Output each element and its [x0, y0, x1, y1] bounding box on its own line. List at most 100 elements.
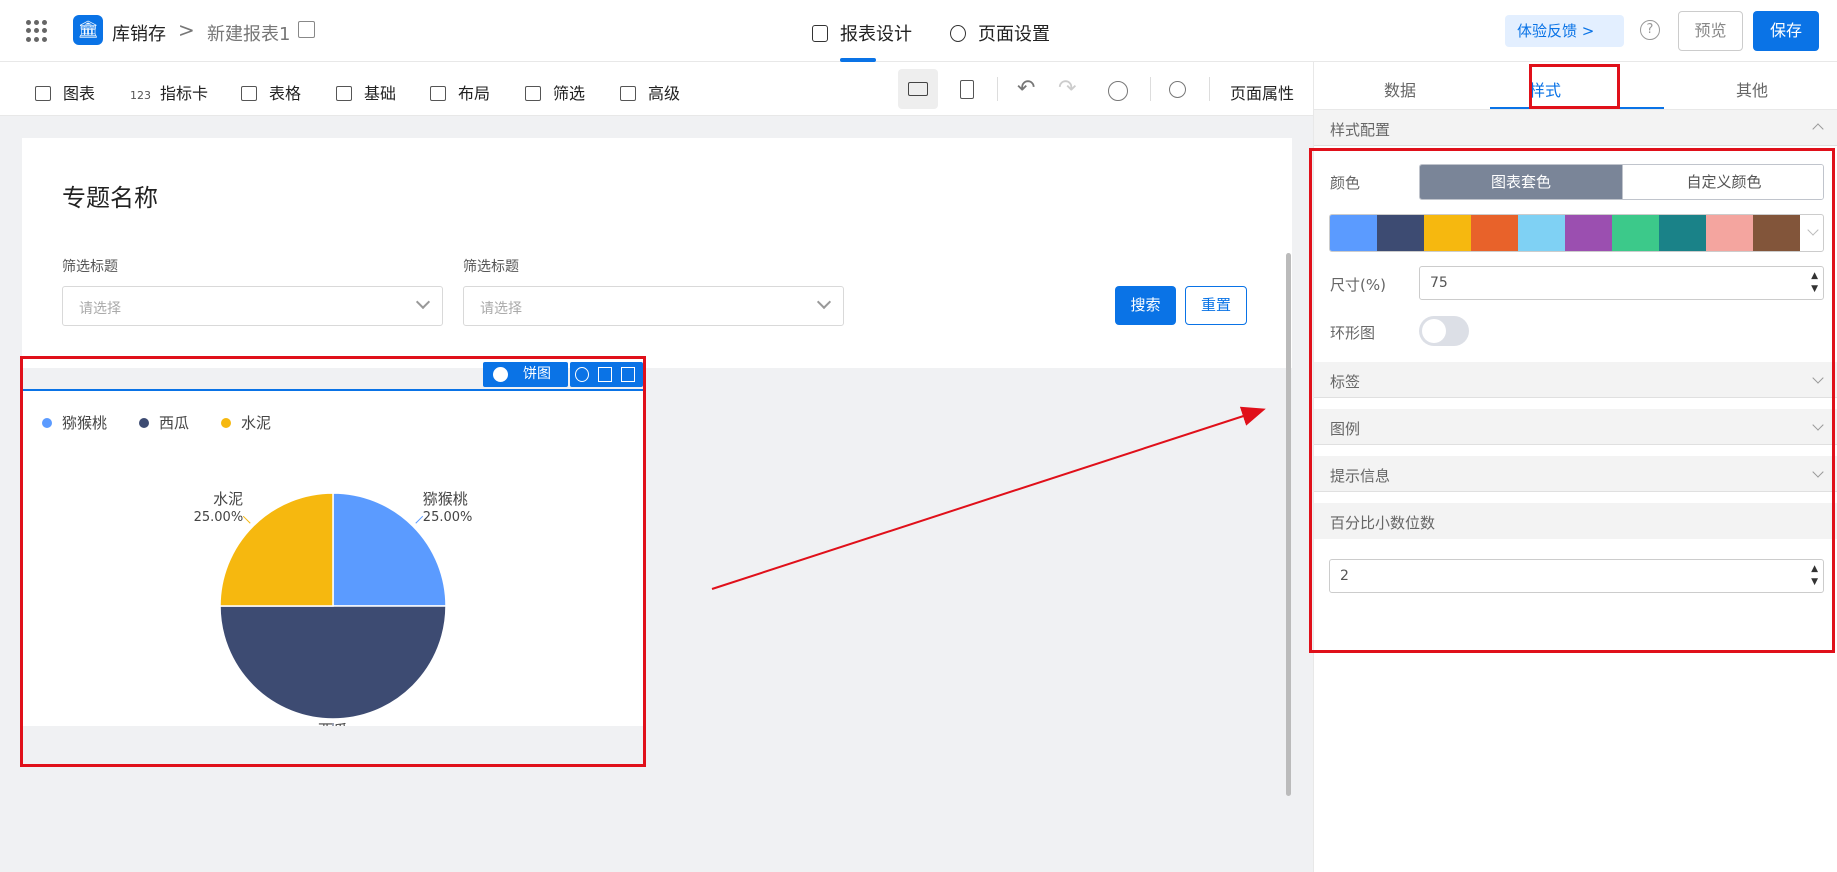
legend-label: 猕猴桃 [62, 414, 108, 432]
decrement-icon[interactable]: ▼ [1811, 284, 1818, 294]
palette-swatch [1518, 215, 1565, 251]
divider [997, 77, 998, 101]
laptop-icon [908, 82, 928, 96]
legend-item[interactable]: 水泥 [221, 412, 271, 433]
report-icon [812, 25, 828, 42]
tool-label: 高级 [648, 84, 681, 103]
help-icon[interactable]: ? [1640, 20, 1660, 40]
tab-other[interactable]: 其他 [1736, 77, 1768, 101]
chevron-down-icon [1812, 372, 1824, 384]
refresh-icon[interactable] [575, 367, 589, 382]
tool-filter[interactable]: 筛选 [525, 80, 585, 104]
slice-label: 西瓜 [318, 721, 348, 726]
tab-page-settings[interactable]: 页面设置 [950, 20, 1050, 46]
tab-report-design[interactable]: 报表设计 [812, 20, 912, 46]
search-icon[interactable] [1169, 81, 1186, 98]
filter-select-1[interactable]: 请选择 [62, 286, 443, 326]
palette-swatch [1471, 215, 1518, 251]
chevron-down-icon [415, 294, 431, 310]
donut-toggle[interactable] [1419, 316, 1469, 346]
tab-data[interactable]: 数据 [1384, 77, 1416, 101]
save-button[interactable]: 保存 [1753, 11, 1819, 51]
document-icon[interactable] [598, 367, 612, 382]
decrement-icon[interactable]: ▼ [1811, 577, 1818, 587]
tool-basic[interactable]: 基础 [336, 80, 396, 104]
size-value: 75 [1430, 275, 1448, 291]
palette-swatch [1753, 215, 1800, 251]
search-button[interactable]: 搜索 [1115, 286, 1176, 325]
legend-item[interactable]: 猕猴桃 [42, 412, 107, 433]
chart-type-tag[interactable]: 饼图 [483, 362, 568, 387]
tool-label: 指标卡 [160, 84, 209, 103]
tool-label: 布局 [458, 84, 491, 103]
breadcrumb-separator: > [178, 18, 195, 42]
tool-layout[interactable]: 布局 [430, 80, 490, 104]
increment-icon[interactable]: ▲ [1811, 271, 1818, 281]
columns-icon [430, 86, 446, 101]
color-mode-toggle: 图表套色 自定义颜色 [1419, 164, 1824, 200]
palette-swatch [1330, 215, 1377, 251]
preview-button[interactable]: 预览 [1678, 11, 1743, 51]
palette-swatch [1659, 215, 1706, 251]
app-grid-icon[interactable] [26, 20, 48, 42]
tool-advanced[interactable]: 高级 [620, 80, 680, 104]
size-input[interactable]: 75 ▲ ▼ [1419, 266, 1824, 300]
chevron-down-icon [1812, 419, 1824, 431]
history-icon[interactable] [1108, 81, 1128, 101]
legend-dot [139, 418, 149, 428]
tool-table[interactable]: 表格 [241, 80, 301, 104]
feedback-button[interactable]: 体验反馈 > [1505, 15, 1624, 47]
delete-icon[interactable] [621, 367, 635, 382]
decimals-input[interactable]: 2 ▲ ▼ [1329, 559, 1824, 593]
chevron-down-icon [1812, 466, 1824, 478]
legend-dot [221, 418, 231, 428]
tool-label: 基础 [364, 84, 397, 103]
table-icon [241, 86, 257, 101]
palette-swatch [1424, 215, 1471, 251]
section-tag[interactable]: 标签 [1314, 362, 1837, 398]
tool-indicator-card[interactable]: 123 指标卡 [130, 80, 208, 104]
custom-color-option[interactable]: 自定义颜色 [1622, 165, 1823, 199]
increment-icon[interactable]: ▲ [1811, 564, 1818, 574]
chevron-down-icon [816, 294, 832, 310]
tab-style[interactable]: 样式 [1529, 77, 1561, 101]
pie-icon [493, 367, 508, 382]
design-canvas: 专题名称 筛选标题 筛选标题 请选择 请选择 搜索 重置 猕猴桃 25.00% 西瓜… [0, 116, 1313, 872]
chevron-up-icon [1812, 123, 1824, 135]
chart-palette-option[interactable]: 图表套色 [1420, 165, 1622, 199]
canvas-scrollbar[interactable] [1286, 253, 1291, 796]
filter-icon [525, 86, 541, 101]
filter-card: 专题名称 筛选标题 筛选标题 请选择 请选择 搜索 重置 [22, 138, 1292, 368]
pie-slice[interactable] [219, 605, 447, 720]
topic-title[interactable]: 专题名称 [62, 178, 158, 213]
app-name[interactable]: 库销存 [112, 20, 166, 46]
chart-tag-label: 饼图 [523, 366, 551, 382]
section-legend[interactable]: 图例 [1314, 409, 1837, 445]
section-style-config[interactable]: 样式配置 [1314, 110, 1837, 146]
page-attributes-button[interactable]: 页面属性 [1230, 80, 1294, 104]
slice-label: 水泥 [213, 490, 243, 508]
edit-icon[interactable] [298, 21, 315, 38]
palette-swatch [1612, 215, 1659, 251]
redo-icon[interactable]: ↷ [1058, 76, 1076, 101]
undo-icon[interactable]: ↶ [1017, 76, 1035, 101]
pie-chart-widget[interactable]: 猕猴桃25.00%西瓜50.00%水泥25.00% [22, 389, 644, 756]
legend-item[interactable]: 西瓜 [139, 412, 189, 433]
section-title: 提示信息 [1330, 467, 1391, 485]
section-title: 样式配置 [1330, 121, 1391, 139]
mobile-icon[interactable] [960, 80, 974, 99]
reset-button[interactable]: 重置 [1185, 286, 1247, 325]
grid-icon [336, 86, 352, 101]
filter-select-2[interactable]: 请选择 [463, 286, 844, 326]
section-tooltip[interactable]: 提示信息 [1314, 456, 1837, 492]
divider [1209, 77, 1210, 101]
tab-label: 报表设计 [840, 24, 912, 45]
section-percent-decimals: 百分比小数位数 [1314, 503, 1837, 539]
section-title: 标签 [1330, 373, 1361, 391]
tool-label: 图表 [63, 84, 96, 103]
tool-label: 筛选 [553, 84, 586, 103]
tool-chart[interactable]: 图表 [35, 80, 95, 104]
palette-swatch [1706, 215, 1753, 251]
palette-select[interactable] [1329, 214, 1824, 252]
size-label: 尺寸(%) [1330, 276, 1386, 294]
